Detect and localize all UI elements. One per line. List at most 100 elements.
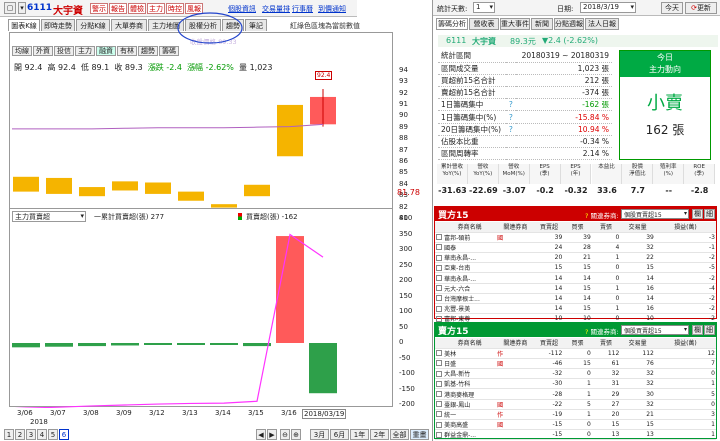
- days-select[interactable]: 1 ▾: [473, 2, 495, 13]
- page-btn-2[interactable]: 3: [26, 429, 36, 440]
- table-row[interactable]: 凱基-竹科 -30 1 31 32 1: [435, 378, 716, 390]
- row-checkbox[interactable]: [435, 429, 444, 441]
- column-header[interactable]: 損益(萬): [654, 338, 716, 349]
- table-row[interactable]: 亞東-台南 15 15 0 15 -5: [435, 262, 716, 274]
- checkbox-icon[interactable]: [436, 431, 442, 438]
- page-btn-3[interactable]: 4: [37, 429, 47, 440]
- row-checkbox[interactable]: [435, 378, 444, 390]
- page-btn-5[interactable]: 6: [59, 429, 69, 440]
- range-btn-5[interactable]: 重畫: [410, 429, 429, 440]
- column-header[interactable]: 賣張: [591, 222, 621, 233]
- buy_panel-btn-col[interactable]: 欄: [692, 209, 703, 219]
- column-header[interactable]: 買張: [563, 222, 592, 233]
- help-icon[interactable]: ?: [505, 123, 516, 136]
- table-row[interactable]: 美林作 -112 0 112 112 12: [435, 348, 716, 359]
- header-link-3[interactable]: 到價通知: [318, 4, 346, 14]
- table-row[interactable]: 日盛國 -46 15 61 76 7: [435, 358, 716, 370]
- row-checkbox[interactable]: [435, 262, 444, 274]
- row-checkbox[interactable]: [435, 348, 444, 359]
- table-row[interactable]: 華南永昌-... 20 21 1 22 -2: [435, 252, 716, 264]
- header-btn-0[interactable]: 警示: [90, 3, 108, 14]
- header-btn-3[interactable]: 主力: [147, 3, 165, 14]
- table-row[interactable]: 港商麥格理 -28 1 29 30 5: [435, 388, 716, 400]
- row-checkbox[interactable]: [435, 272, 444, 284]
- prev-icon[interactable]: ◀: [256, 429, 266, 440]
- zoom-in-icon[interactable]: ⊕: [291, 429, 301, 440]
- checkbox-icon[interactable]: [436, 315, 442, 322]
- date-input[interactable]: 2018/3/19 ▾: [580, 2, 636, 13]
- zoom-out-icon[interactable]: ⊖: [280, 429, 290, 440]
- row-checkbox[interactable]: [435, 358, 444, 370]
- help-icon[interactable]: ?: [505, 110, 516, 124]
- right-tab-4[interactable]: 分點週報: [554, 18, 584, 30]
- column-header[interactable]: 賣張: [591, 338, 621, 349]
- table-row[interactable]: 華南永昌-... 14 14 0 14 -2: [435, 272, 716, 284]
- row-checkbox[interactable]: [435, 283, 444, 294]
- table-row[interactable]: 美商高盛國 -15 0 15 15 1: [435, 419, 716, 431]
- left-tab-1[interactable]: 即時走勢: [41, 19, 75, 31]
- checkbox-icon[interactable]: [436, 254, 442, 261]
- help-icon[interactable]: [505, 50, 516, 63]
- right-tab-3[interactable]: 新聞: [531, 18, 553, 30]
- header-btn-2[interactable]: 體檢: [128, 3, 146, 14]
- row-checkbox[interactable]: [435, 303, 444, 315]
- row-checkbox[interactable]: [435, 252, 444, 264]
- range-btn-2[interactable]: 1年: [350, 429, 369, 440]
- left-tab-2[interactable]: 分點K線: [76, 19, 110, 31]
- right-tab-2[interactable]: 重大事件: [500, 18, 530, 30]
- range-btn-0[interactable]: 3月: [310, 429, 329, 440]
- left-tab-0[interactable]: 圖表K線: [8, 19, 40, 31]
- checkbox-icon[interactable]: [436, 401, 442, 408]
- column-header[interactable]: 交易量: [620, 222, 655, 233]
- buy_panel-filter-select[interactable]: 個股買賣超15 ▾: [621, 209, 689, 219]
- checkbox-icon[interactable]: [436, 411, 442, 418]
- help-icon[interactable]: [505, 62, 516, 75]
- checkbox-icon[interactable]: [436, 391, 442, 398]
- column-header[interactable]: 買張: [563, 338, 592, 349]
- column-header[interactable]: 買賣超: [534, 338, 564, 349]
- checkbox-icon[interactable]: [436, 370, 442, 377]
- column-header[interactable]: 券商名稱: [443, 222, 497, 233]
- page-btn-4[interactable]: 5: [48, 429, 58, 440]
- column-header[interactable]: 券商名稱: [443, 338, 497, 349]
- page-btn-0[interactable]: 1: [4, 429, 14, 440]
- checkbox-icon[interactable]: [436, 275, 442, 282]
- row-checkbox[interactable]: [435, 409, 444, 421]
- sell_panel-btn-col[interactable]: 欄: [692, 325, 703, 335]
- row-checkbox[interactable]: [435, 399, 444, 410]
- checkbox-icon[interactable]: [436, 380, 442, 387]
- column-header[interactable]: 買賣超: [534, 222, 564, 233]
- checkbox-icon[interactable]: [436, 350, 442, 357]
- stock-search-button[interactable]: ▾: [18, 2, 26, 14]
- today-button[interactable]: 今天: [661, 2, 683, 14]
- column-header[interactable]: 損益(萬): [654, 222, 716, 233]
- checkbox-icon[interactable]: [436, 421, 442, 428]
- help-icon[interactable]: [505, 135, 516, 149]
- help-icon[interactable]: ?: [505, 98, 516, 112]
- row-checkbox[interactable]: [435, 368, 444, 380]
- checkbox-icon[interactable]: [436, 295, 442, 302]
- table-row[interactable]: 臺銀-鳳山國 -22 5 27 32 0: [435, 399, 716, 410]
- range-btn-4[interactable]: 全部: [390, 429, 409, 440]
- header-link-2[interactable]: 行事曆: [292, 4, 313, 14]
- row-checkbox[interactable]: [435, 232, 444, 243]
- column-header[interactable]: 關連券商: [496, 338, 535, 349]
- home-button[interactable]: ▢: [4, 2, 16, 14]
- header-link-1[interactable]: 交易量排: [262, 4, 290, 14]
- table-row[interactable]: 國泰 24 28 4 32 -1: [435, 242, 716, 254]
- sell_panel-btn-detail[interactable]: 細: [704, 325, 715, 335]
- range-btn-3[interactable]: 2年: [370, 429, 389, 440]
- help-icon[interactable]: [505, 74, 516, 88]
- column-header[interactable]: 關連券商: [496, 222, 535, 233]
- table-row[interactable]: 富邦-碩前國 39 39 0 39 -3: [435, 232, 716, 243]
- page-btn-1[interactable]: 2: [15, 429, 25, 440]
- column-header[interactable]: 交易量: [620, 338, 655, 349]
- checkbox-icon[interactable]: [436, 234, 442, 241]
- help-icon[interactable]: [505, 86, 516, 100]
- table-row[interactable]: 群益金鼎-... -15 0 13 13 1: [435, 429, 716, 441]
- right-tab-5[interactable]: 法人日報: [585, 18, 619, 30]
- update-button[interactable]: ⟳ 更新: [685, 2, 717, 14]
- help-icon[interactable]: [505, 147, 516, 161]
- left-tab-7[interactable]: 筆記: [245, 19, 267, 31]
- left-tab-3[interactable]: 大單券商: [111, 19, 147, 31]
